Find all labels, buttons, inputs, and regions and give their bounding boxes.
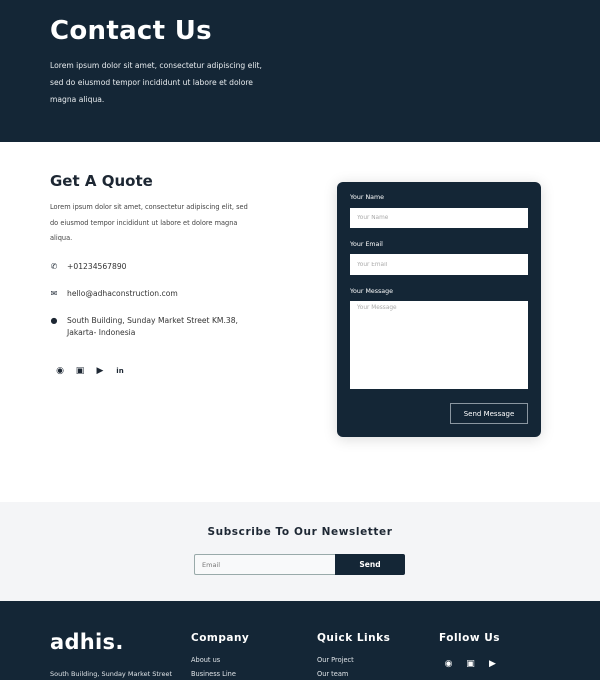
email-address: hello@adhaconstruction.com [67,289,178,298]
linkedin-icon[interactable]: in [114,365,126,377]
phone-info: ✆ +01234567890 [50,261,127,273]
name-input[interactable] [350,208,528,228]
phone-icon: ✆ [50,262,58,271]
facebook-icon[interactable]: ◉ [443,659,454,670]
youtube-icon[interactable]: ▶ [94,365,106,377]
phone-number: +01234567890 [67,262,127,271]
address-line-1: South Building, Sunday Market Street KM.… [67,316,238,325]
message-label: Your Message [350,288,394,295]
email-input[interactable] [350,254,528,275]
newsletter-send-button[interactable]: Send [335,554,405,575]
page-title: Contact Us [50,16,212,46]
footer: adhis. South Building, Sunday Market Str… [0,601,600,680]
email-label: Your Email [350,241,383,248]
address-line-2: Jakarta- Indonesia [67,328,136,337]
footer-link-about[interactable]: About us [191,656,220,664]
message-textarea[interactable] [350,301,528,389]
hero-text: Lorem ipsum dolor sit amet, consectetur … [50,61,262,104]
facebook-icon[interactable]: ◉ [54,365,66,377]
quick-links-heading: Quick Links [317,632,391,644]
footer-link-our-project[interactable]: Our Project [317,656,354,664]
newsletter-title: Subscribe To Our Newsletter [207,526,393,538]
instagram-icon[interactable]: ▣ [74,365,86,377]
address-info: ● South Building, Sunday Market Street K… [50,315,238,339]
quote-text: Lorem ipsum dolor sit amet, consectetur … [50,203,248,243]
follow-us-heading: Follow Us [439,632,501,644]
contact-form: Your Name Your Email Your Message Send M… [337,182,541,437]
hero-section: Contact Us Lorem ipsum dolor sit amet, c… [0,0,600,142]
footer-link-business-line[interactable]: Business Line [191,670,236,678]
newsletter-section: Subscribe To Our Newsletter Send [0,502,600,601]
company-heading: Company [191,632,250,644]
footer-link-our-team[interactable]: Our team [317,670,348,678]
name-label: Your Name [350,194,385,201]
footer-logo[interactable]: adhis. [50,630,124,654]
send-message-button[interactable]: Send Message [450,403,528,424]
quote-title: Get A Quote [50,172,153,190]
envelope-icon: ✉ [50,289,58,298]
newsletter-email-input[interactable] [194,554,336,575]
youtube-icon[interactable]: ▶ [487,659,498,670]
map-pin-icon: ● [50,316,58,325]
footer-address: South Building, Sunday Market Street [50,670,173,678]
email-info: ✉ hello@adhaconstruction.com [50,288,178,300]
instagram-icon[interactable]: ▣ [465,659,476,670]
